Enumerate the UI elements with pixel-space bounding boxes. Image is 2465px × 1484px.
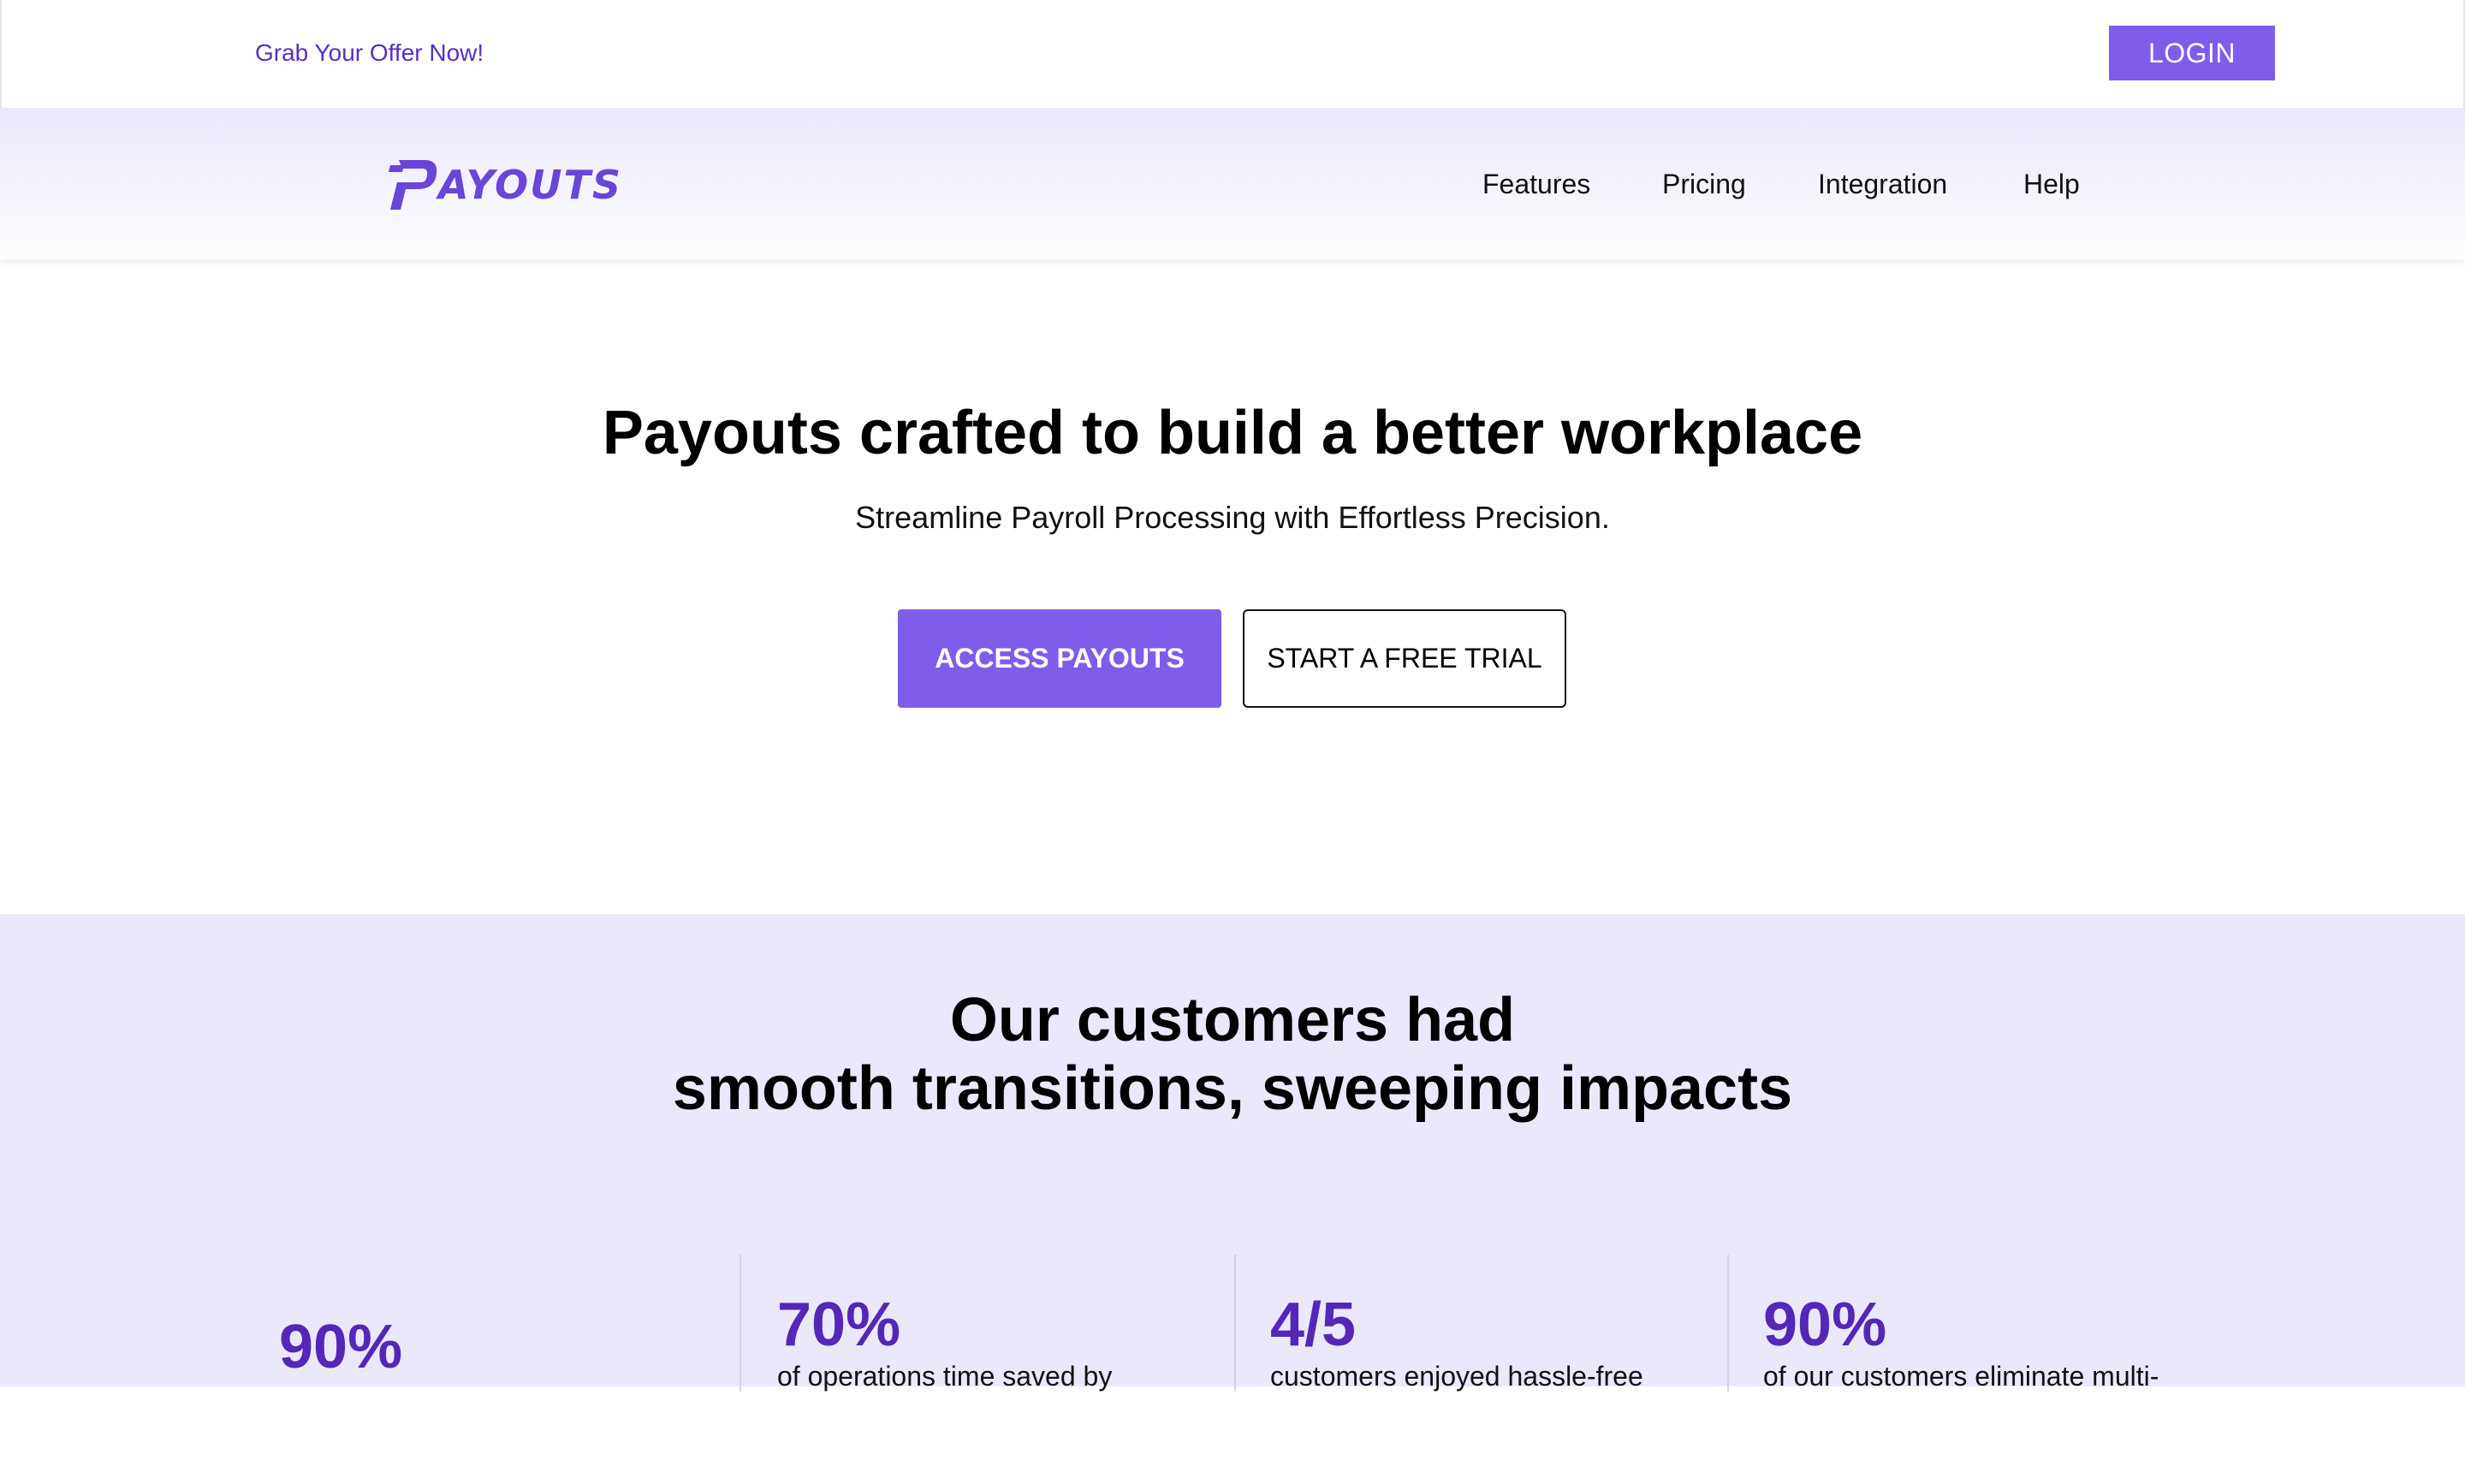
stat-text: customers enjoyed hassle-free [1270,1361,1643,1392]
nav-pricing[interactable]: Pricing [1662,163,1746,205]
login-button[interactable]: LOGIN [2109,26,2275,80]
stat-card: 90% [279,1313,724,1484]
main-nav: AYOUTS Features Pricing Integration Help [0,108,2465,260]
stat-divider [740,1255,741,1392]
logo-text: AYOUTS [438,162,622,208]
stats-section: Our customers had smooth transitions, sw… [0,914,2465,1392]
stat-text: of our customers eliminate multi- [1763,1361,2159,1392]
start-free-trial-button[interactable]: START A FREE TRIAL [1243,609,1566,708]
stat-value: 90% [279,1313,403,1381]
stats-title: Our customers had smooth transitions, sw… [0,986,2465,1123]
stat-value: 4/5 [1270,1291,1357,1359]
hero-subtitle: Streamline Payroll Processing with Effor… [855,500,1610,535]
top-bar: Grab Your Offer Now! LOGIN [0,0,2465,108]
stat-card: 70% of operations time saved by [777,1291,1222,1462]
nav-features[interactable]: Features [1482,163,1590,205]
stat-card: 90% of our customers eliminate multi- [1763,1291,2208,1462]
payouts-logo[interactable]: AYOUTS [387,152,622,217]
logo-p-icon [389,160,437,210]
offer-link[interactable]: Grab Your Offer Now! [255,34,484,72]
stat-text: of operations time saved by [777,1361,1113,1392]
stat-divider [1234,1255,1236,1392]
stat-value: 90% [1763,1291,1887,1359]
access-payouts-button[interactable]: ACCESS PAYOUTS [898,609,1221,708]
nav-help[interactable]: Help [2023,163,2080,205]
stat-value: 70% [777,1291,901,1359]
stat-card: 4/5 customers enjoyed hassle-free [1270,1291,1715,1462]
hero-title: Payouts crafted to build a better workpl… [602,399,1863,467]
stat-divider [1727,1255,1729,1392]
stats-title-line2: smooth transitions, sweeping impacts [672,1054,1793,1123]
nav-integration[interactable]: Integration [1818,163,1947,205]
stats-title-line1: Our customers had [949,986,1516,1054]
